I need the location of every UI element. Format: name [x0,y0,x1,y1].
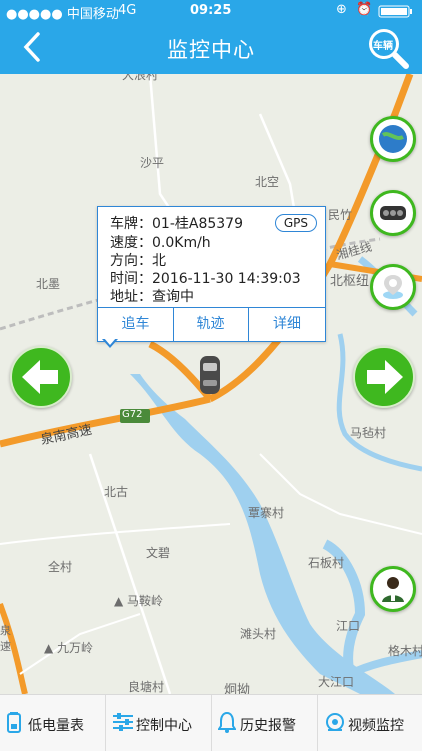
speed-row: 速度：0.0Km/h [110,232,211,252]
traffic-light-icon [380,206,406,220]
user-avatar-icon [382,577,404,602]
location-pin-icon [383,275,403,299]
plate-value: 01-桂A85379 [152,216,243,232]
plate-row: 车牌：01-桂A85379 [110,213,243,233]
video-camera-icon [326,713,344,731]
map-label: 格木村 [388,644,422,658]
next-vehicle-button[interactable] [353,346,415,408]
map-label: 北枢纽 [330,274,370,289]
map-label: 滩头村 [240,627,277,641]
direction-value: 北 [152,253,166,269]
page-title: 监控中心 [167,38,255,62]
time-label: 时间： [110,271,152,287]
vehicle-search-text: 车辆 [373,41,393,52]
map-label: 大江口 [318,675,355,689]
map-label: 良塘村 [128,680,165,694]
track-vehicle-button[interactable]: 追车 [98,308,174,342]
map-label: 北古 [104,485,129,499]
map-label: 九万岭 [57,641,94,655]
map-label: 马毡村 [350,426,387,440]
clock: 09:25 [190,3,232,18]
arrow-right-icon [367,360,403,394]
status-bar: ●●●●● 中国移动 4G 09:25 ⊕ ⏰ [0,0,422,22]
gps-badge: GPS [274,214,317,232]
globe-icon [379,125,407,153]
tab-label: 低电量表 [28,718,84,734]
tab-label: 历史报警 [240,718,296,734]
user-button[interactable] [370,566,416,612]
time-row: 时间：2016-11-30 14:39:03 [110,268,301,288]
vehicle-info-popup: 车牌：01-桂A85379 GPS 速度：0.0Km/h 方向：北 时间：201… [97,206,326,342]
lock-rotation-icon: ⊕ [336,2,347,17]
location-button[interactable] [370,264,416,310]
tab-video-monitor[interactable]: 视频监控 [318,695,422,751]
highway-badge-g72: G72 [122,409,143,420]
history-alarm-icon [218,711,236,733]
direction-label: 方向： [110,253,152,269]
map-label: 北墨 [36,277,61,291]
network-type: 4G [118,3,137,18]
map-label: 全村 [48,560,73,574]
sliders-icon [113,713,133,731]
popup-actions: 追车 轨迹 详细 [98,307,325,342]
address-value: 查询中 [152,289,194,305]
speed-label: 速度： [110,235,152,251]
battery-status-icon [378,4,418,22]
tab-history-alarm[interactable]: 历史报警 [212,695,317,751]
tab-control-center[interactable]: 控制中心 [106,695,211,751]
tab-label: 视频监控 [348,718,404,734]
map-label: 文碧 [146,546,171,560]
map-label: 沙平 [140,156,165,170]
speed-value: 0.0Km/h [152,235,211,251]
map-label: 北空 [255,175,280,189]
tab-label: 控制中心 [136,718,192,734]
map-type-button[interactable] [370,116,416,162]
popup-pointer-inner [104,338,116,345]
carrier-text: ●●●●● 中国移动 [6,7,119,22]
map-label-poi: ▲ 九万岭 [44,641,94,655]
map-label: 大浪村 [122,74,159,82]
map-label: 民竹 [328,208,353,222]
header-bar: 监控中心 车辆 [0,22,422,74]
address-row: 地址：查询中 [110,286,194,306]
map-label: 炯拗 [224,683,251,694]
map-label: 江口 [336,619,361,633]
bottom-tab-bar: 低电量表 控制中心 历史报警 视频监控 [0,694,422,751]
address-label: 地址： [110,289,152,305]
tab-low-battery[interactable]: 低电量表 [0,695,105,751]
previous-vehicle-button[interactable] [10,346,72,408]
vehicle-detail-button[interactable]: 详细 [249,308,325,342]
vehicle-search-button[interactable]: 车辆 [364,24,412,72]
traffic-button[interactable] [370,190,416,236]
map-view[interactable]: 大浪村 沙平 北空 北墨 G72 泉南高速 北古 马毡村 覃寨村 文碧 全村 ▲… [0,74,422,694]
arrow-left-icon [22,360,58,394]
direction-row: 方向：北 [110,250,166,270]
map-label-poi: ▲ 马鞍岭 [114,594,164,608]
battery-icon [7,712,21,733]
map-label: 覃寨村 [248,506,285,520]
plate-label: 车牌： [110,216,152,232]
time-value: 2016-11-30 14:39:03 [152,271,301,287]
car-marker-icon[interactable] [198,354,222,396]
map-label-edge: 泉 速 [0,624,11,653]
trace-history-button[interactable]: 轨迹 [173,308,249,342]
map-label: 石板村 [308,556,345,570]
alarm-icon: ⏰ [356,2,373,17]
map-label: 马鞍岭 [127,594,164,608]
